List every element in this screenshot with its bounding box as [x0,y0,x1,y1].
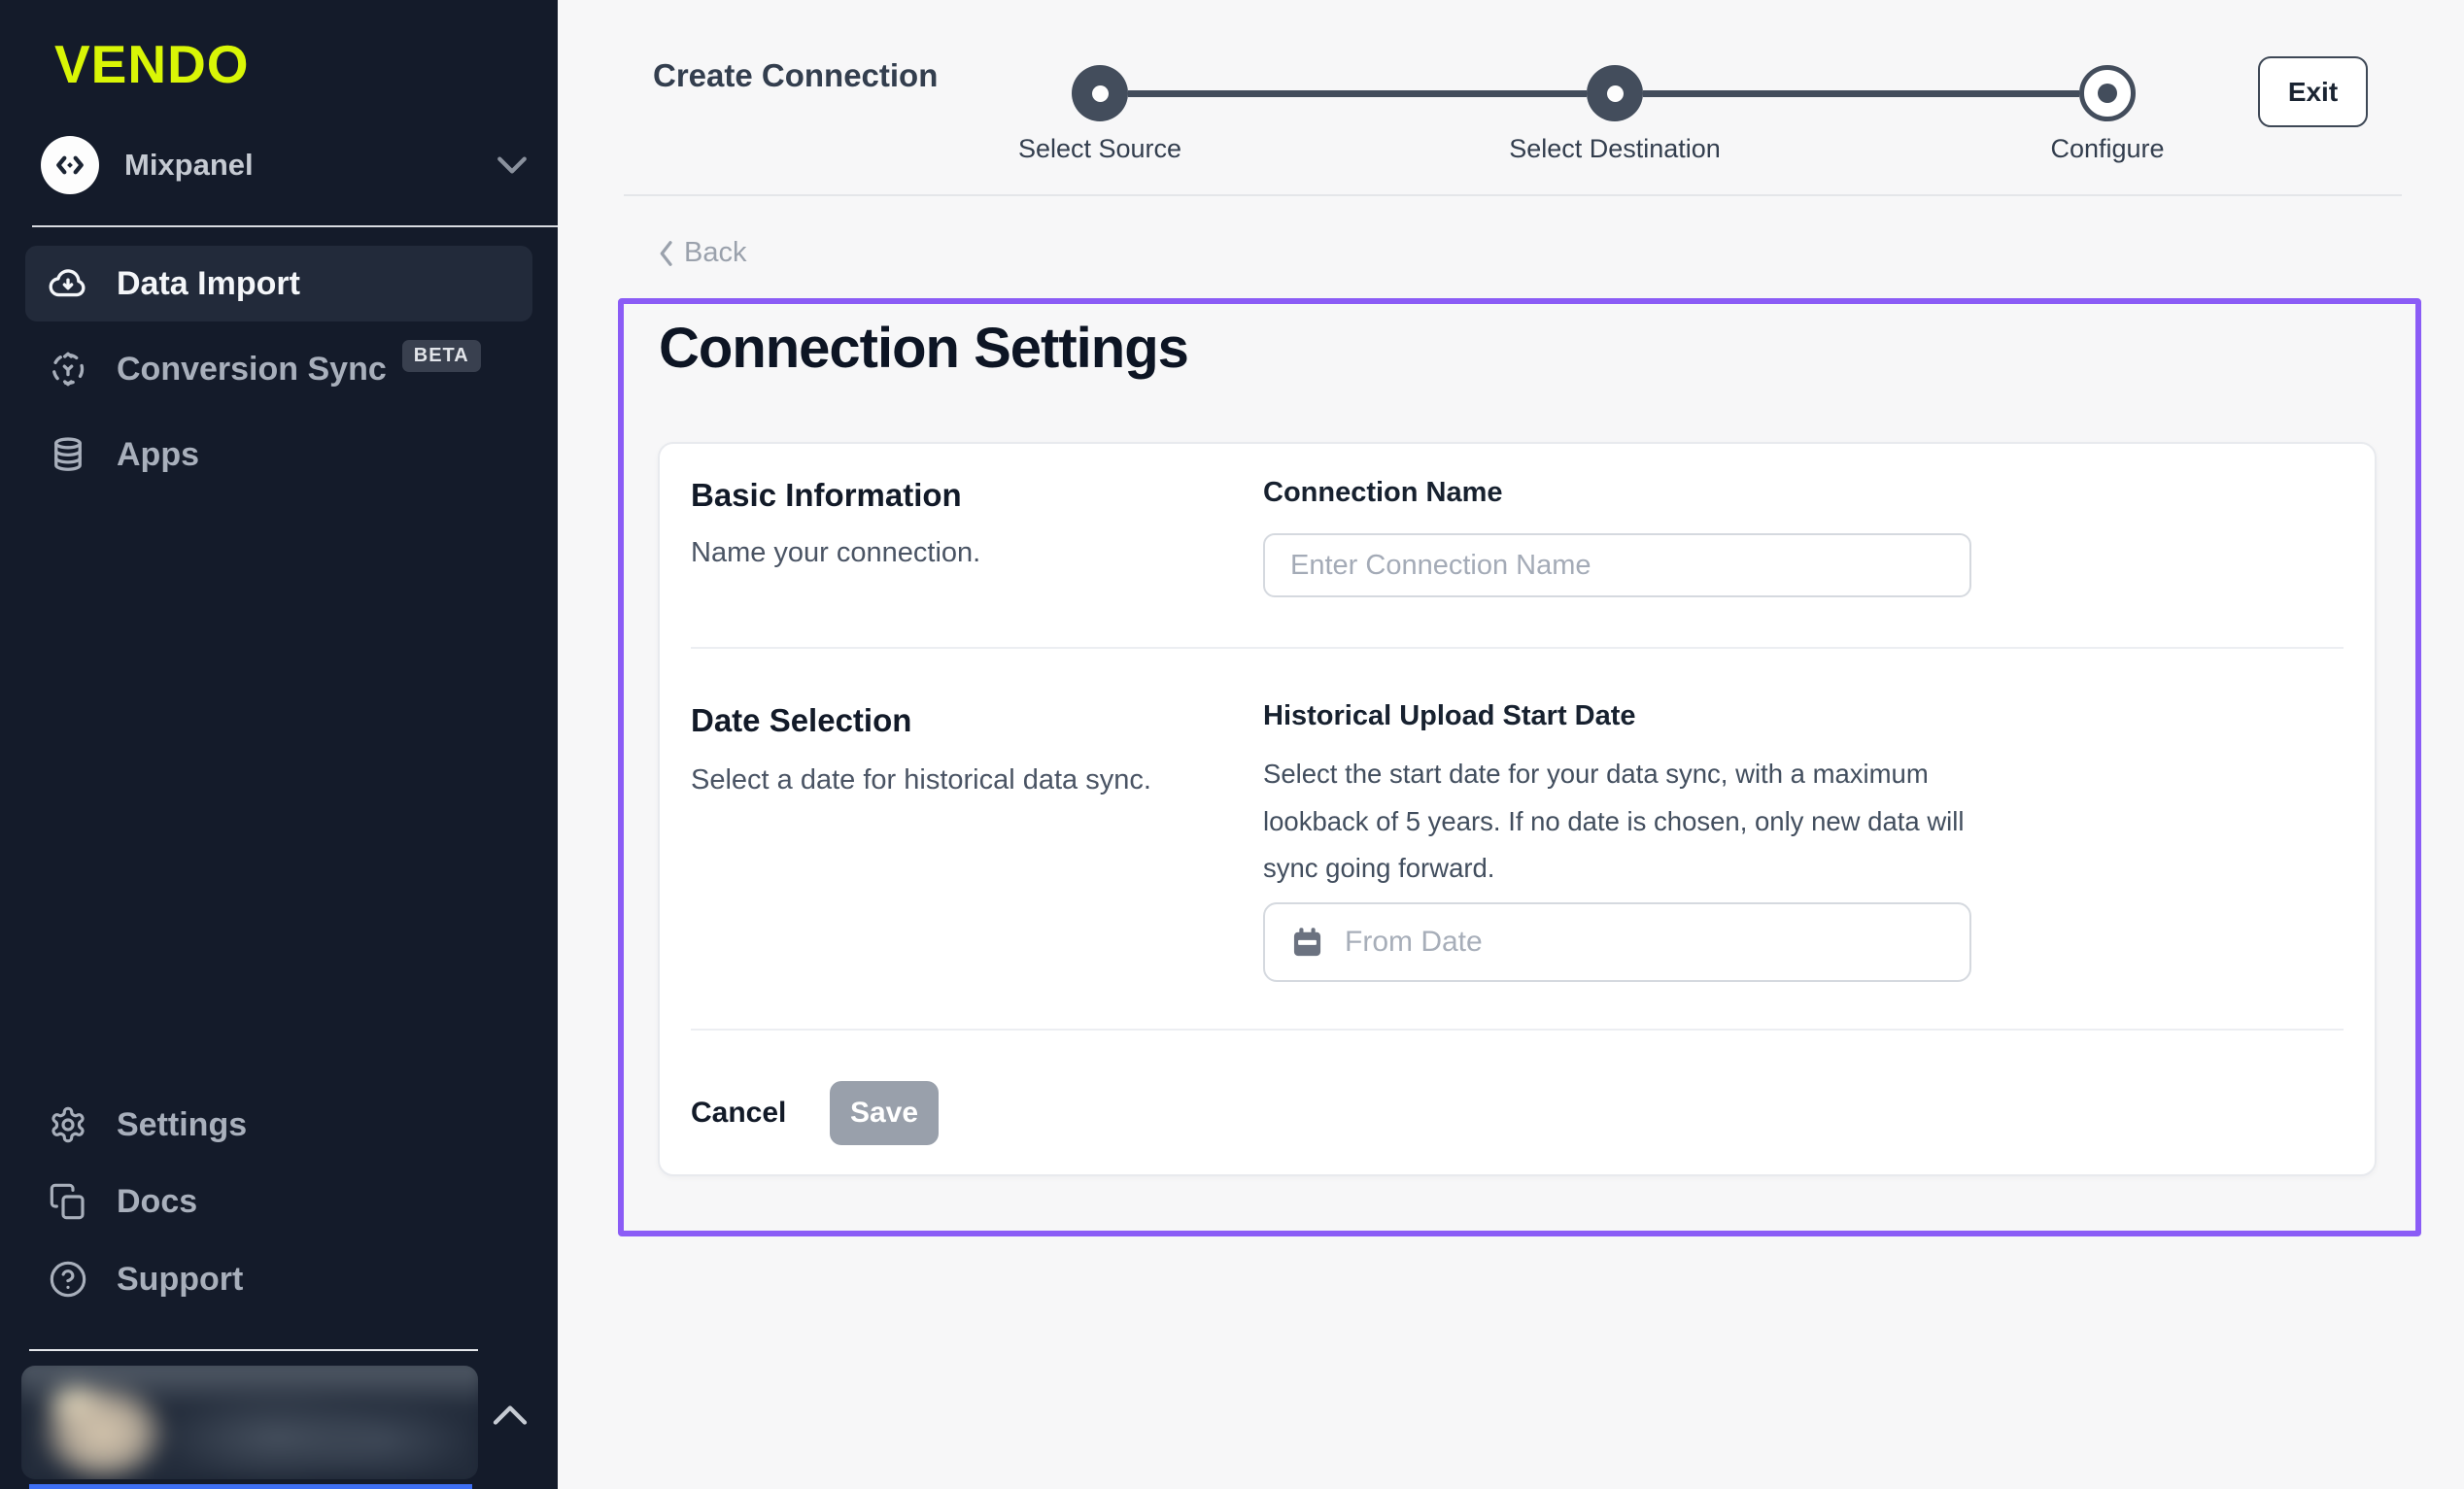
save-button[interactable]: Save [830,1081,939,1145]
step-node-configure [2079,65,2136,121]
mixpanel-logo-icon [51,147,88,184]
question-circle-icon [47,1258,89,1301]
sidebar-item-docs[interactable]: Docs [25,1170,532,1233]
chevron-left-icon [655,239,676,268]
sidebar-item-label: Support [117,1261,243,1299]
back-label: Back [684,237,746,269]
date-selection-title: Date Selection [691,702,911,739]
vendo-logo: VENDO [54,33,250,95]
docs-icon [47,1180,89,1223]
historical-upload-help: Select the start date for your data sync… [1263,751,1987,893]
sidebar-divider-bottom [29,1349,478,1351]
chevron-down-icon [496,154,529,176]
historical-upload-label: Historical Upload Start Date [1263,700,1636,732]
connection-name-label: Connection Name [1263,477,1503,509]
page-title: Create Connection [653,57,938,94]
date-selection-subtitle: Select a date for historical data sync. [691,764,1151,796]
sidebar-divider-top [32,225,558,227]
user-account-blur [21,1366,478,1479]
card-divider-2 [691,1029,2344,1031]
beta-badge: BETA [402,340,481,372]
calendar-icon [1289,925,1325,961]
conversion-sync-icon [47,348,89,390]
panel-title: Connection Settings [659,316,1188,381]
chevron-up-icon [491,1403,530,1428]
create-connection-header: Create Connection Select Source Select D… [558,0,2464,196]
cancel-button[interactable]: Cancel [691,1097,786,1130]
workspace-name: Mixpanel [124,148,496,183]
mixpanel-avatar [41,136,99,194]
cloud-download-icon [47,262,89,305]
connection-name-input[interactable] [1263,533,1971,597]
sidebar-item-label: Docs [117,1183,197,1221]
exit-button[interactable]: Exit [2258,56,2368,127]
sidebar-item-apps[interactable]: Apps [25,417,532,492]
step-node-select-destination [1587,65,1643,121]
connection-settings-panel: Connection Settings Basic Information Na… [618,298,2421,1236]
sidebar: VENDO Mixpanel Data Imp [0,0,558,1489]
stepper-line-2 [1643,90,2079,97]
workspace-switcher[interactable]: Mixpanel [41,134,529,196]
step-label-configure: Configure [1913,134,2302,164]
sidebar-item-label: Conversion Sync [117,351,387,389]
step-node-select-source [1072,65,1128,121]
settings-card: Basic Information Name your connection. … [658,442,2377,1176]
step-label-select-source: Select Source [906,134,1294,164]
database-icon [47,433,89,476]
from-date-input[interactable]: From Date [1263,902,1971,982]
sidebar-item-settings[interactable]: Settings [25,1094,532,1156]
back-link[interactable]: Back [655,237,746,269]
step-label-select-destination: Select Destination [1420,134,1809,164]
stepper-line-1 [1128,90,1587,97]
basic-information-title: Basic Information [691,477,962,514]
gear-icon [47,1103,89,1146]
bottom-blue-strip [29,1484,472,1489]
account-menu-toggle[interactable] [489,1399,531,1432]
card-divider-1 [691,647,2344,649]
sidebar-item-label: Data Import [117,265,300,303]
sidebar-item-conversion-sync[interactable]: Conversion Sync BETA [25,331,532,407]
from-date-placeholder: From Date [1345,926,1483,959]
basic-information-subtitle: Name your connection. [691,537,980,569]
app-window: VENDO Mixpanel Data Imp [0,0,2464,1489]
main-area: Create Connection Select Source Select D… [558,0,2464,1489]
sidebar-item-label: Settings [117,1106,247,1144]
sidebar-item-support[interactable]: Support [25,1248,532,1310]
user-account-blurred[interactable] [21,1366,478,1479]
sidebar-item-label: Apps [117,436,199,474]
sidebar-item-data-import[interactable]: Data Import [25,246,532,321]
